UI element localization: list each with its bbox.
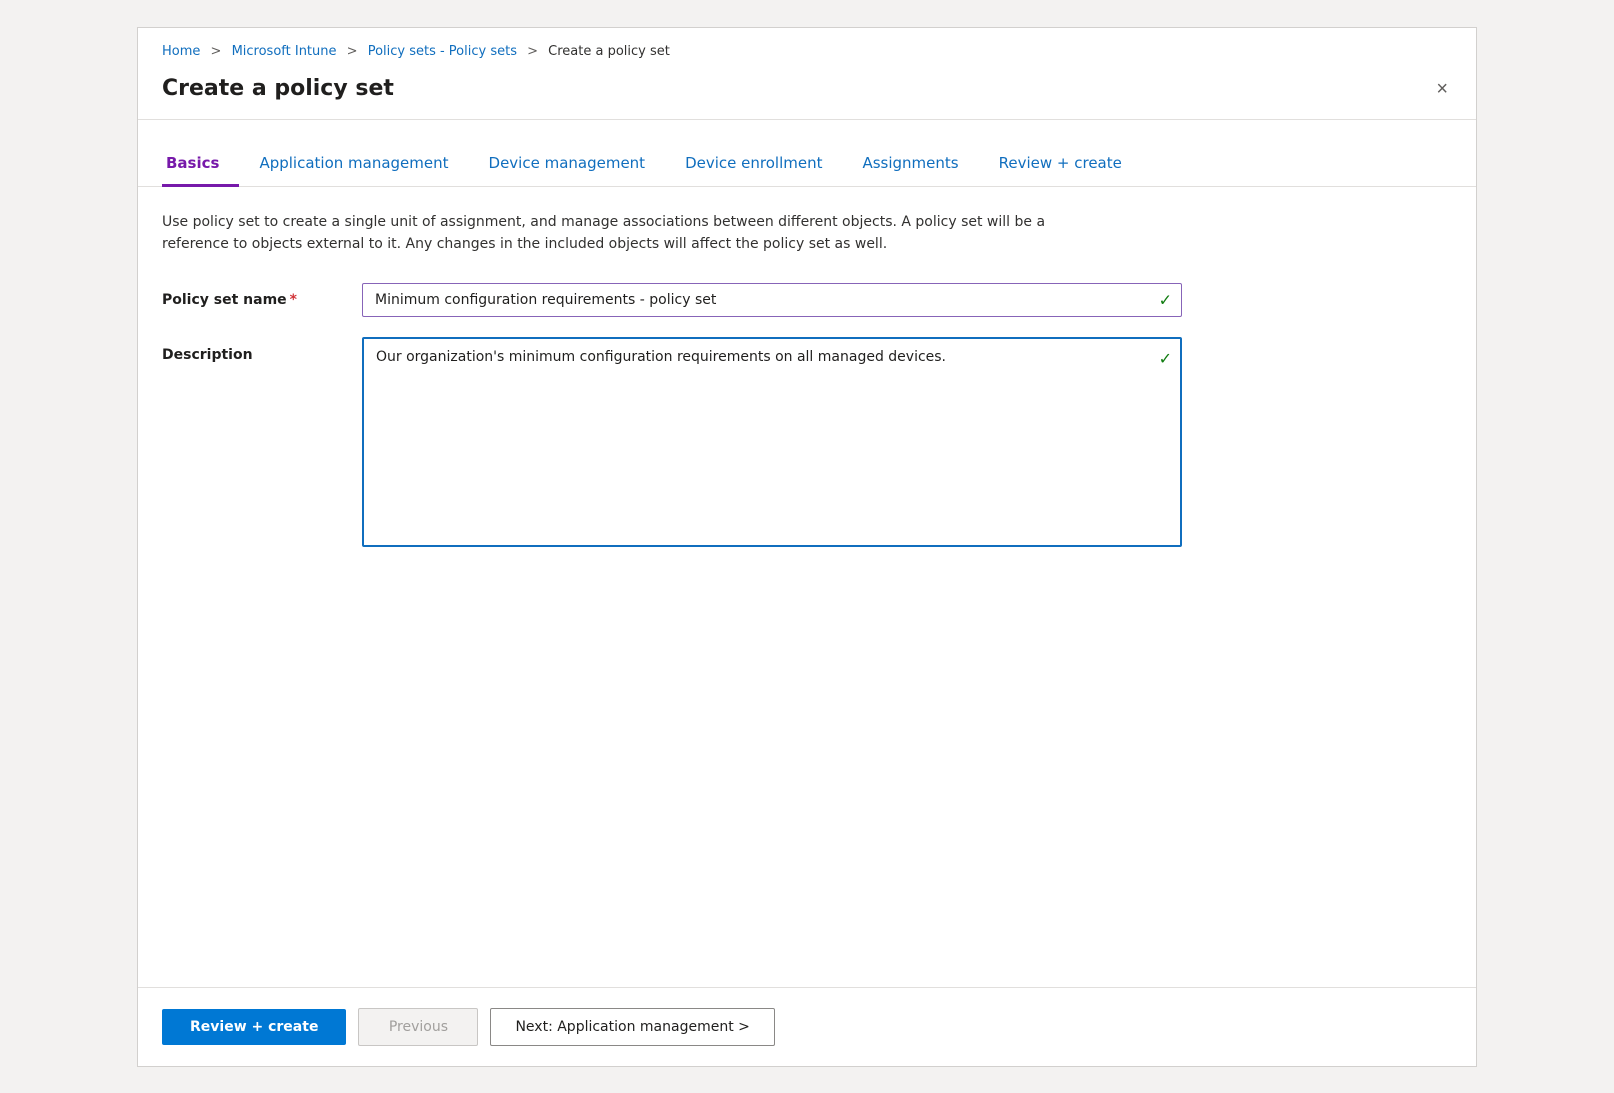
- tab-bar: Basics Application management Device man…: [138, 144, 1476, 187]
- tab-review-create[interactable]: Review + create: [979, 144, 1142, 187]
- breadcrumb-current: Create a policy set: [548, 44, 670, 59]
- breadcrumb-sep-3: >: [527, 44, 542, 59]
- header-divider: [138, 119, 1476, 120]
- description-valid-icon: ✓: [1159, 349, 1172, 368]
- policy-set-name-input[interactable]: [362, 283, 1182, 317]
- close-button[interactable]: ×: [1432, 75, 1452, 103]
- create-policy-panel: Home > Microsoft Intune > Policy sets - …: [137, 27, 1477, 1067]
- tab-device-management[interactable]: Device management: [469, 144, 666, 187]
- next-button[interactable]: Next: Application management >: [490, 1008, 774, 1046]
- review-create-button[interactable]: Review + create: [162, 1009, 346, 1045]
- main-content: Use policy set to create a single unit o…: [138, 187, 1476, 987]
- breadcrumb-sep-1: >: [211, 44, 226, 59]
- breadcrumb-home[interactable]: Home: [162, 44, 200, 59]
- tab-assignments[interactable]: Assignments: [842, 144, 978, 187]
- policy-set-name-label: Policy set name*: [162, 292, 362, 308]
- panel-header: Create a policy set ×: [138, 67, 1476, 119]
- tab-application-management[interactable]: Application management: [239, 144, 468, 187]
- breadcrumb-intune[interactable]: Microsoft Intune: [232, 44, 337, 59]
- policy-set-name-input-wrap: ✓: [362, 283, 1182, 317]
- name-valid-icon: ✓: [1159, 291, 1172, 310]
- description-label: Description: [162, 337, 362, 363]
- required-indicator: *: [290, 292, 297, 308]
- description-row: Description Our organization's minimum c…: [162, 337, 1452, 547]
- page-title: Create a policy set: [162, 76, 394, 101]
- intro-description: Use policy set to create a single unit o…: [162, 211, 1062, 256]
- tab-basics[interactable]: Basics: [162, 144, 239, 187]
- breadcrumb-sep-2: >: [347, 44, 362, 59]
- breadcrumb: Home > Microsoft Intune > Policy sets - …: [138, 28, 1476, 67]
- previous-button: Previous: [358, 1008, 478, 1046]
- policy-set-name-row: Policy set name* ✓: [162, 283, 1452, 317]
- tab-device-enrollment[interactable]: Device enrollment: [665, 144, 842, 187]
- breadcrumb-policy-sets[interactable]: Policy sets - Policy sets: [368, 44, 517, 59]
- description-input-wrap: Our organization's minimum configuration…: [362, 337, 1182, 547]
- footer-actions: Review + create Previous Next: Applicati…: [138, 987, 1476, 1066]
- description-input[interactable]: Our organization's minimum configuration…: [362, 337, 1182, 547]
